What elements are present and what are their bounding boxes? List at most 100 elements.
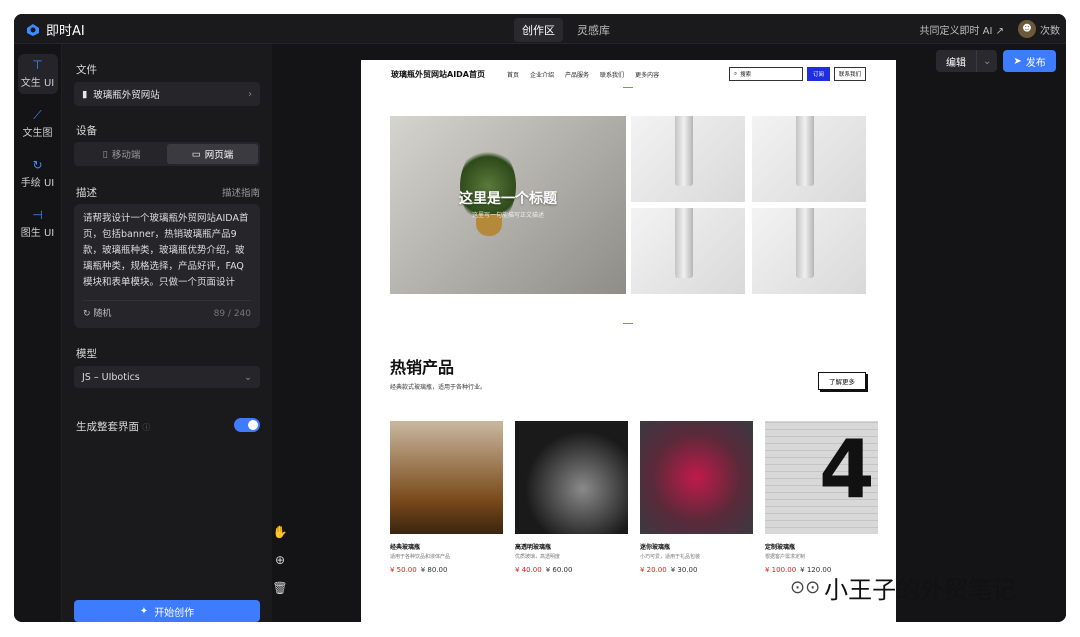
product-desc: 优质玻璃，高透明度 bbox=[515, 554, 561, 560]
orig-price: ¥ 80.00 bbox=[420, 566, 448, 574]
section-subtitle: 经典款式玻璃瓶，适用于各种行业。 bbox=[390, 384, 487, 391]
help-icon: ⓘ bbox=[142, 423, 151, 432]
user-menu[interactable]: ☻ 次数 bbox=[1018, 20, 1060, 38]
tab-inspiration[interactable]: 灵感库 bbox=[569, 18, 618, 42]
random-button[interactable]: ↻ 随机 bbox=[83, 306, 111, 322]
file-label: 文件 bbox=[76, 64, 97, 76]
edit-button[interactable]: 编辑 ⌄ bbox=[936, 50, 998, 72]
hand-icon[interactable]: ✋ bbox=[268, 522, 292, 542]
settings-panel: 文件 ▮ 玻璃瓶外贸网站 › 设备 ▯ 移动端 ▭ 网页端 描述 描述指南 请帮… bbox=[62, 44, 272, 622]
text-ui-icon: ⊤ bbox=[32, 58, 43, 72]
rail-label: 文生 UI bbox=[20, 78, 55, 89]
bottle-shape bbox=[675, 116, 693, 186]
divider bbox=[623, 87, 633, 88]
app-logo[interactable]: 即时AI bbox=[26, 20, 85, 39]
file-icon: ▮ bbox=[82, 88, 88, 100]
desc-guide-link[interactable]: 描述指南 bbox=[222, 185, 260, 199]
start-label: 开始创作 bbox=[154, 607, 195, 619]
preview-nav-item[interactable]: 企业介绍 bbox=[530, 70, 554, 79]
fullpage-text: 生成整套界面 bbox=[76, 421, 139, 433]
chevron-down-icon: ⌄ bbox=[244, 371, 252, 383]
desc-label: 描述 bbox=[76, 187, 97, 199]
product-desc: 根据客户需求定制 bbox=[765, 554, 806, 560]
model-value: JS – UIbotics bbox=[82, 371, 140, 383]
product-name: 高透明玻璃瓶 bbox=[515, 544, 552, 551]
char-count: 89 / 240 bbox=[213, 309, 251, 319]
bottle-shape bbox=[675, 208, 693, 278]
tab-create[interactable]: 创作区 bbox=[514, 18, 563, 42]
description-textarea[interactable]: 请帮我设计一个玻璃瓶外贸网站AIDA首页，包括banner，热销玻璃瓶产品9款，… bbox=[74, 204, 260, 328]
design-preview[interactable]: 玻璃瓶外贸网站AIDA首页 首页 企业介绍 产品服务 联系我们 更多内容 ⌕ 搜… bbox=[361, 60, 896, 622]
file-select[interactable]: ▮ 玻璃瓶外贸网站 › bbox=[74, 82, 260, 106]
bottle-image bbox=[752, 116, 866, 202]
learn-more-button[interactable]: 了解更多 bbox=[818, 372, 866, 390]
product-desc: 适用于各种饮品和液体产品 bbox=[390, 554, 451, 560]
preview-nav-item[interactable]: 更多内容 bbox=[635, 70, 659, 79]
rail-item-image-to-ui[interactable]: ⊣ 图生 UI bbox=[18, 204, 58, 244]
chevron-down-icon[interactable]: ⌄ bbox=[977, 56, 997, 67]
product-image: 4 bbox=[765, 421, 878, 534]
search-icon: ⌕ bbox=[733, 70, 738, 77]
user-label: 次数 bbox=[1040, 25, 1060, 37]
avatar: ☻ bbox=[1018, 20, 1036, 38]
bottle-image bbox=[631, 208, 745, 294]
device-web-label: 网页端 bbox=[204, 150, 234, 161]
product-card[interactable]: 迷你玻璃瓶 小巧可爱，适用于礼品包装 ¥ 20.00 ¥ 30.00 bbox=[640, 421, 753, 574]
model-select[interactable]: JS – UIbotics ⌄ bbox=[74, 366, 260, 388]
logo-icon bbox=[27, 23, 39, 36]
app-name: 即时AI bbox=[46, 24, 85, 39]
magic-wand-icon: ✦ bbox=[139, 605, 149, 617]
preview-contact-button[interactable]: 联系我们 bbox=[833, 67, 866, 81]
start-button[interactable]: ✦ 开始创作 bbox=[74, 600, 260, 622]
rail-item-text-to-image[interactable]: ⟋ 文生图 bbox=[18, 104, 58, 144]
product-card[interactable]: 高透明玻璃瓶 优质玻璃，高透明度 ¥ 40.00 ¥ 60.00 bbox=[515, 421, 628, 574]
send-icon: ➤ bbox=[1013, 55, 1022, 67]
sale-price: ¥ 40.00 bbox=[515, 566, 542, 574]
preview-brand: 玻璃瓶外贸网站AIDA首页 bbox=[391, 69, 485, 79]
preview-nav-item[interactable]: 首页 bbox=[507, 70, 519, 79]
preview-hero: 这里是一个标题 这里写一句能描写正文描述 bbox=[390, 116, 626, 294]
device-switch: ▯ 移动端 ▭ 网页端 bbox=[74, 142, 260, 166]
product-image bbox=[515, 421, 628, 534]
edit-toolbar: 编辑 ⌄ ➤ 发布 bbox=[936, 50, 1056, 72]
rail-item-text-to-ui[interactable]: ⊤ 文生 UI bbox=[17, 54, 58, 94]
left-rail: ⊤ 文生 UI ⟋ 文生图 ↻ 手绘 UI ⊣ 图生 UI bbox=[14, 44, 62, 622]
image-ui-icon: ⊣ bbox=[32, 208, 43, 222]
sale-price: ¥ 50.00 bbox=[390, 566, 417, 574]
bottle-image bbox=[752, 208, 866, 294]
random-label: 随机 bbox=[93, 309, 112, 319]
hero-subtitle: 这里写一句能描写正文描述 bbox=[471, 212, 544, 219]
target-icon[interactable]: ⊕ bbox=[268, 550, 292, 570]
product-name: 定制玻璃瓶 bbox=[765, 544, 796, 551]
publish-label: 发布 bbox=[1025, 57, 1046, 69]
trash-icon[interactable]: 🗑 bbox=[268, 578, 292, 598]
preview-subscribe-button[interactable]: 订阅 bbox=[806, 67, 830, 81]
product-name: 经典玻璃瓶 bbox=[390, 544, 421, 551]
device-web[interactable]: ▭ 网页端 bbox=[167, 144, 258, 164]
product-card[interactable]: 4 定制玻璃瓶 根据客户需求定制 ¥ 100.00 ¥ 120.00 bbox=[765, 421, 878, 574]
rail-label: 手绘 UI bbox=[20, 178, 55, 189]
rail-item-sketch-ui[interactable]: ↻ 手绘 UI bbox=[18, 154, 58, 194]
preview-nav-item[interactable]: 联系我们 bbox=[600, 70, 624, 79]
preview-nav-links: 首页 企业介绍 产品服务 联系我们 更多内容 bbox=[507, 70, 659, 79]
publish-button[interactable]: ➤ 发布 bbox=[1003, 50, 1056, 72]
fullpage-toggle[interactable] bbox=[234, 418, 260, 432]
section-title: 热销产品 bbox=[390, 358, 455, 377]
product-price: ¥ 50.00 ¥ 80.00 bbox=[390, 566, 503, 574]
product-price: ¥ 40.00 ¥ 60.00 bbox=[515, 566, 628, 574]
file-value: 玻璃瓶外贸网站 bbox=[93, 90, 160, 101]
wechat-icon: ⊙⊙ bbox=[790, 577, 821, 598]
product-card[interactable]: 经典玻璃瓶 适用于各种饮品和液体产品 ¥ 50.00 ¥ 80.00 bbox=[390, 421, 503, 574]
rail-label: 文生图 bbox=[22, 128, 53, 139]
orig-price: ¥ 30.00 bbox=[670, 566, 698, 574]
preview-nav: 玻璃瓶外贸网站AIDA首页 首页 企业介绍 产品服务 联系我们 更多内容 ⌕ 搜… bbox=[361, 60, 896, 88]
rail-label: 图生 UI bbox=[20, 228, 55, 239]
define-link[interactable]: 共同定义即时 AI ↗ bbox=[919, 22, 1004, 37]
preview-nav-item[interactable]: 产品服务 bbox=[565, 70, 589, 79]
device-label: 设备 bbox=[76, 125, 97, 137]
preview-search[interactable]: ⌕ 搜索 bbox=[728, 67, 803, 81]
device-mobile-label: 移动端 bbox=[111, 150, 141, 161]
product-name: 迷你玻璃瓶 bbox=[640, 544, 671, 551]
top-right: 共同定义即时 AI ↗ ☻ 次数 bbox=[919, 20, 1060, 38]
device-mobile[interactable]: ▯ 移动端 bbox=[76, 144, 167, 164]
